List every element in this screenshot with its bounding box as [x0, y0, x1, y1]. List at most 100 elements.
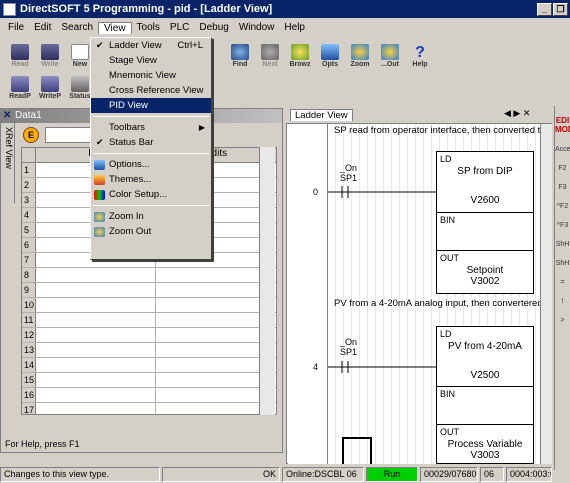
cell-element[interactable]: [36, 343, 156, 357]
writep-button[interactable]: WriteP: [36, 72, 64, 100]
menu-help[interactable]: Help: [279, 22, 310, 33]
zoom-out-icon: [94, 226, 105, 237]
menu-item-pid-view[interactable]: PID View: [91, 98, 211, 113]
palette-item[interactable]: >: [555, 317, 570, 324]
box-out-2[interactable]: OUT Process Variable V3003: [436, 424, 534, 464]
palette-item[interactable]: Acce: [555, 146, 570, 153]
row-number: 5: [22, 223, 36, 237]
cell-element[interactable]: [36, 328, 156, 342]
box-bin-1[interactable]: BIN: [436, 212, 534, 252]
restore-button[interactable]: ❐: [553, 2, 568, 16]
menu-item-zoom-in[interactable]: Zoom In: [91, 209, 211, 224]
box-out-1[interactable]: OUT Setpoint V3002: [436, 250, 534, 294]
zoom-out-button[interactable]: ...Out: [376, 40, 404, 68]
menu-view[interactable]: View: [98, 21, 132, 34]
table-row[interactable]: 11: [22, 313, 276, 328]
menu-item-ladder-view[interactable]: ✔ Ladder View Ctrl+L: [91, 38, 211, 53]
close-pane-icon[interactable]: ✕: [3, 110, 11, 121]
cell-element[interactable]: [36, 373, 156, 387]
ladder-view-tabbar: Ladder View ◀ ▶ ✕: [286, 106, 552, 124]
table-row[interactable]: 9: [22, 283, 276, 298]
palette-item[interactable]: ^F2: [555, 203, 570, 210]
row-number: 17: [22, 403, 36, 415]
menu-item-mnemonic-view[interactable]: Mnemonic View: [91, 68, 211, 83]
grid-scrollbar[interactable]: [259, 147, 275, 415]
cell-edits[interactable]: [156, 268, 276, 282]
table-row[interactable]: 17: [22, 403, 276, 415]
table-row[interactable]: 13: [22, 343, 276, 358]
menu-item-status-bar[interactable]: ✔ Status Bar: [91, 135, 211, 150]
table-row[interactable]: 16: [22, 388, 276, 403]
menu-item-cross-reference-view[interactable]: Cross Reference View: [91, 83, 211, 98]
readp-button[interactable]: ReadP: [6, 72, 34, 100]
cell-edits[interactable]: [156, 358, 276, 372]
cell-element[interactable]: [36, 298, 156, 312]
menu-search[interactable]: Search: [56, 22, 98, 33]
box-desc: SP from DIP: [457, 166, 513, 177]
palette-item[interactable]: F3: [555, 184, 570, 191]
cell-edits[interactable]: [156, 313, 276, 327]
cell-element[interactable]: [36, 283, 156, 297]
menu-item-zoom-out[interactable]: Zoom Out: [91, 224, 211, 239]
color-setup-icon: [94, 189, 105, 200]
cell-edits[interactable]: [156, 328, 276, 342]
title-bar: DirectSOFT 5 Programming - pid - [Ladder…: [0, 0, 570, 18]
palette-item[interactable]: ShH: [555, 241, 570, 248]
table-row[interactable]: 15: [22, 373, 276, 388]
menu-edit[interactable]: Edit: [29, 22, 56, 33]
cell-element[interactable]: [36, 268, 156, 282]
palette-item[interactable]: F2: [555, 165, 570, 172]
menu-debug[interactable]: Debug: [194, 22, 233, 33]
cell-element[interactable]: [36, 403, 156, 414]
table-row[interactable]: 10: [22, 298, 276, 313]
minimize-button[interactable]: _: [537, 2, 552, 16]
cell-edits[interactable]: [156, 283, 276, 297]
row-number: 14: [22, 358, 36, 372]
table-row[interactable]: 8: [22, 268, 276, 283]
element-lookup-icon[interactable]: E: [23, 127, 39, 143]
read-button[interactable]: Read: [6, 40, 34, 68]
xref-view-tab[interactable]: XRef View: [1, 123, 15, 203]
status-ok: OK: [162, 467, 280, 482]
palette-item[interactable]: ^F3: [555, 222, 570, 229]
menu-file[interactable]: File: [3, 22, 29, 33]
find-button[interactable]: Find: [226, 40, 254, 68]
cell-edits[interactable]: [156, 298, 276, 312]
edit-mode-label: EDI MOD: [555, 116, 570, 134]
cell-edits[interactable]: [156, 343, 276, 357]
cell-element[interactable]: [36, 388, 156, 402]
cell-edits[interactable]: [156, 403, 276, 414]
tab-ladder-view[interactable]: Ladder View: [290, 109, 353, 121]
help-hint: For Help, press F1: [5, 439, 80, 449]
menu-item-options[interactable]: Options...: [91, 157, 211, 172]
menu-item-stage-view[interactable]: Stage View: [91, 53, 211, 68]
menu-plc[interactable]: PLC: [165, 22, 194, 33]
new-icon: [71, 44, 89, 60]
menu-tools[interactable]: Tools: [132, 22, 165, 33]
box-bin-2[interactable]: BIN: [436, 386, 534, 426]
table-row[interactable]: 12: [22, 328, 276, 343]
ladder-scrollbar[interactable]: [540, 124, 552, 464]
cell-edits[interactable]: [156, 388, 276, 402]
menu-window[interactable]: Window: [234, 22, 280, 33]
row-number: 1: [22, 163, 36, 177]
browse-button[interactable]: Browz: [286, 40, 314, 68]
options-button[interactable]: Opts: [316, 40, 344, 68]
tab-scroll-arrows[interactable]: ◀ ▶ ✕: [504, 108, 530, 119]
menu-item-toolbars[interactable]: Toolbars ▶: [91, 120, 211, 135]
cell-element[interactable]: [36, 313, 156, 327]
menu-item-themes[interactable]: Themes...: [91, 172, 211, 187]
help-button[interactable]: ? Help: [406, 40, 434, 68]
zoom-in-icon: [94, 211, 105, 222]
row-number: 2: [22, 178, 36, 192]
palette-item[interactable]: !: [555, 298, 570, 305]
write-button[interactable]: Write: [36, 40, 64, 68]
table-row[interactable]: 14: [22, 358, 276, 373]
zoom-button[interactable]: Zoom: [346, 40, 374, 68]
palette-item[interactable]: =: [555, 279, 570, 286]
palette-item[interactable]: ShH: [555, 260, 570, 267]
next-button[interactable]: Next: [256, 40, 284, 68]
cell-element[interactable]: [36, 358, 156, 372]
cell-edits[interactable]: [156, 373, 276, 387]
menu-item-color-setup[interactable]: Color Setup...: [91, 187, 211, 202]
